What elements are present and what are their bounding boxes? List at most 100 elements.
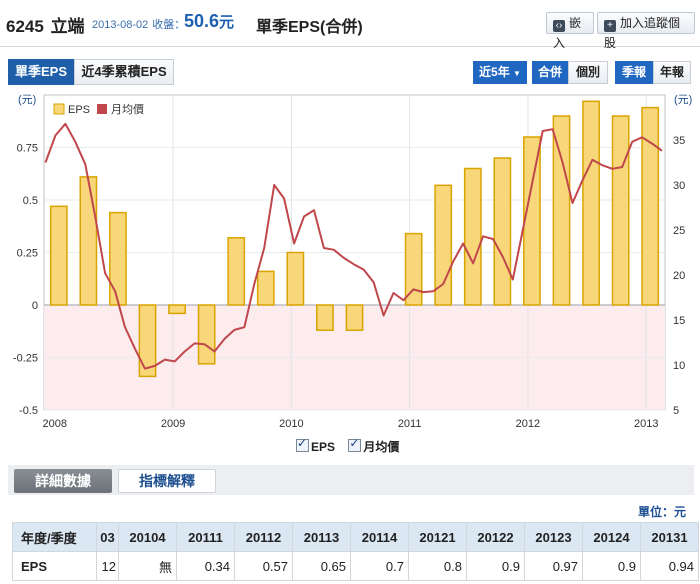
eps-table: 年度/季度 03 20104 20111 20112 20113 20114 2…	[12, 522, 699, 581]
price-checkbox[interactable]: 月均價	[348, 436, 400, 454]
row-header: 年度/季度	[12, 522, 97, 552]
eps-bar	[345, 304, 364, 331]
eps-bar	[49, 205, 68, 306]
eps-bar	[523, 136, 541, 306]
table-cell: 0.34	[176, 551, 235, 581]
table-row: EPS 12 無 0.34 0.57 0.65 0.7 0.8 0.9 0.97…	[12, 551, 699, 581]
eps-bar	[493, 157, 512, 306]
plus-icon: +	[604, 20, 616, 32]
column-header: 20113	[292, 522, 351, 552]
eps-bar	[552, 115, 571, 306]
x-tick-label: 2008	[43, 418, 67, 430]
tab-quarterly-eps[interactable]: 單季EPS	[8, 59, 74, 85]
y-tick-label-right: 25	[673, 225, 685, 237]
tab-detail-data[interactable]: 詳細數據	[14, 469, 112, 493]
eps-bar	[168, 304, 186, 315]
eps-bar	[79, 176, 98, 306]
annual-toggle[interactable]: 年報	[653, 61, 691, 84]
price-label: 收盤：	[152, 19, 186, 31]
column-header: 20121	[408, 522, 467, 552]
column-header: 20122	[466, 522, 525, 552]
legend-price-swatch	[97, 104, 107, 114]
y-tick-label-right: 5	[673, 405, 679, 417]
eps-bar	[227, 237, 246, 306]
table-cell: 0.57	[234, 551, 293, 581]
eps-checkbox[interactable]: EPS	[296, 436, 336, 454]
range-dropdown[interactable]: 近5年 ▼	[473, 61, 527, 84]
consolidated-toggle[interactable]: 合併	[532, 61, 568, 84]
unit-label: 單位：元	[637, 505, 686, 519]
table-cell: 0.9	[582, 551, 641, 581]
y-tick-label-left: -0.5	[19, 405, 38, 417]
y-tick-label-left: 0	[32, 300, 38, 312]
y-tick-label-right: 35	[673, 135, 685, 147]
x-tick-label: 2010	[279, 418, 303, 430]
table-cell: 0.65	[292, 551, 351, 581]
legend-eps-swatch	[53, 103, 65, 115]
checkbox-icon	[348, 436, 362, 452]
price-date: 2013-08-02 收盤：	[92, 16, 185, 32]
eps-row-label: EPS	[12, 551, 97, 581]
x-tick-label: 2012	[516, 418, 540, 430]
table-cell: 0.7	[350, 551, 409, 581]
column-header: 20112	[234, 522, 293, 552]
price-unit: 元	[219, 14, 235, 31]
tab-cumulative-eps[interactable]: 近4季累積EPS	[74, 59, 174, 85]
eps-bar	[582, 100, 600, 306]
eps-bar	[641, 106, 660, 306]
y-tick-label-left: -0.25	[13, 353, 38, 365]
eps-bar	[197, 304, 216, 365]
page-title: 單季EPS(合併)	[256, 19, 363, 36]
eps-bar	[463, 167, 482, 306]
date: 2013-08-02	[92, 19, 149, 31]
embed-button[interactable]: ‹› 嵌入	[546, 12, 594, 50]
price-checkbox-label: 月均價	[363, 440, 400, 454]
y-tick-label-left: 0.75	[17, 143, 38, 155]
column-header: 20131	[640, 522, 699, 552]
column-header: 20114	[350, 522, 409, 552]
eps-chart: 2008 2009 2010 2011 2012 2013-0.5-0.2500.250.…	[13, 94, 692, 430]
price-value: 50.6	[184, 11, 220, 31]
column-header: 20124	[582, 522, 641, 552]
stock-code: 6245	[6, 17, 44, 36]
y-tick-label-right: 15	[673, 315, 685, 327]
column-header: 03	[96, 522, 119, 552]
eps-checkbox-label: EPS	[311, 440, 336, 454]
eps-bar	[316, 304, 334, 331]
x-tick-label: 2013	[634, 418, 658, 430]
left-axis-unit: (元)	[18, 94, 36, 106]
table-cell: 0.94	[640, 551, 699, 581]
close-price: 50.6元	[184, 11, 234, 32]
table-cell: 12	[96, 551, 119, 581]
stock-title: 6245 立端	[6, 12, 85, 37]
eps-bar	[611, 115, 630, 306]
column-header: 20104	[118, 522, 177, 552]
right-axis-unit: (元)	[674, 94, 692, 106]
eps-bar	[286, 251, 305, 306]
column-header: 20111	[176, 522, 235, 552]
y-tick-label-right: 20	[673, 270, 685, 282]
table-header-row: 年度/季度 03 20104 20111 20112 20113 20114 2…	[12, 522, 699, 552]
y-tick-label-right: 30	[673, 180, 685, 192]
table-cell: 0.8	[408, 551, 467, 581]
chart-toggle-legend: EPS 月均價	[296, 436, 400, 455]
x-tick-label: 2009	[161, 418, 185, 430]
x-tick-label: 2011	[398, 418, 422, 430]
individual-toggle[interactable]: 個別	[568, 61, 608, 84]
y-tick-label-right: 10	[673, 360, 685, 372]
code-icon: ‹›	[553, 20, 565, 32]
quarterly-toggle[interactable]: 季報	[615, 61, 653, 84]
page-header: 6245 立端 2013-08-02 收盤： 50.6元 單季EPS(合併) ‹›…	[0, 0, 700, 50]
legend-price-label: 月均價	[111, 102, 144, 116]
column-header: 20123	[524, 522, 583, 552]
range-label: 近5年	[479, 65, 510, 79]
tab-indicator-explanation[interactable]: 指標解釋	[118, 469, 216, 493]
table-cell: 0.97	[524, 551, 583, 581]
checkbox-icon	[296, 436, 309, 452]
add-watchlist-button[interactable]: + 加入追蹤個股	[597, 12, 695, 50]
y-tick-label-left: 0.5	[23, 195, 38, 207]
stock-name: 立端	[50, 17, 85, 36]
caret-down-icon: ▼	[513, 69, 521, 78]
eps-bar	[256, 270, 275, 306]
legend-eps-label: EPS	[68, 104, 90, 116]
